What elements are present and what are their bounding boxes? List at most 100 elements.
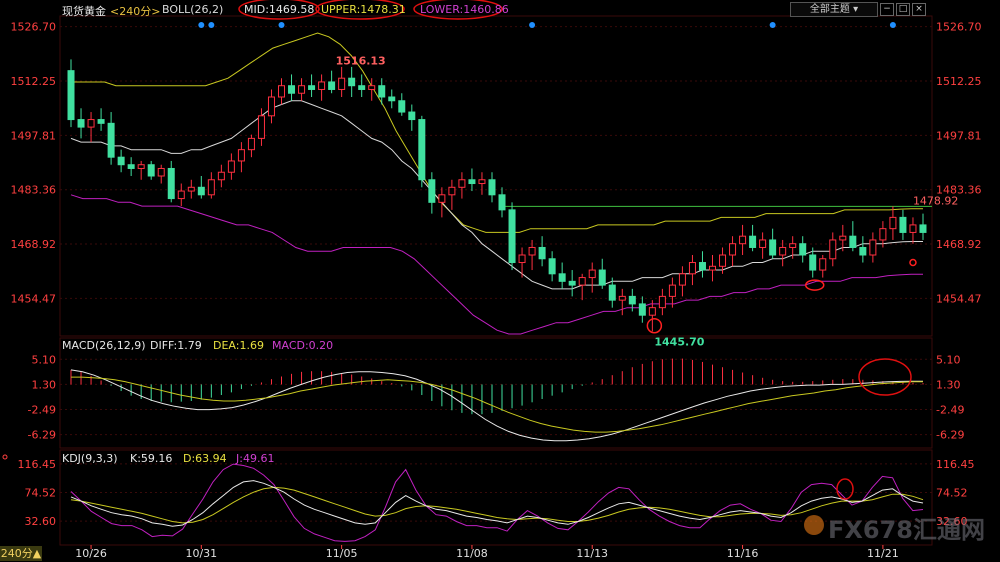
candle-body xyxy=(528,246,536,256)
candle-body xyxy=(799,243,807,256)
candle-body xyxy=(247,137,255,151)
candle-body xyxy=(358,85,366,90)
candle-body xyxy=(338,77,346,90)
candle-body xyxy=(608,284,616,301)
candle-body xyxy=(859,246,867,256)
watermark: FX678汇通网 xyxy=(828,516,985,544)
restore-icon[interactable]: □ xyxy=(896,3,910,16)
kdj-tick-left: 116.45 xyxy=(18,458,57,471)
event-dot xyxy=(208,22,215,28)
marker-circle xyxy=(646,317,663,334)
candle-body xyxy=(739,235,747,245)
candle-body xyxy=(588,269,596,279)
candle-body xyxy=(578,277,586,286)
candle-body xyxy=(227,160,235,173)
candle-body xyxy=(468,179,476,185)
candle-body xyxy=(478,179,486,185)
candle-body xyxy=(488,179,496,196)
kdj-k-line xyxy=(70,480,924,527)
recent-high-annotation: 1478.92 xyxy=(913,194,959,207)
kdj-name: KDJ(9,3,3) xyxy=(62,452,118,465)
price-tick-left: 1526.70 xyxy=(11,21,57,34)
event-dot xyxy=(769,22,776,28)
candle-body xyxy=(67,70,75,121)
kdj-d: D:63.94 xyxy=(183,452,227,465)
candle-body xyxy=(678,273,686,286)
macd-dea: DEA:1.69 xyxy=(213,339,264,352)
candle-body xyxy=(618,295,626,301)
boll-lower-line xyxy=(70,194,923,335)
macd-tick-left: -2.49 xyxy=(28,404,56,417)
high-annotation: 1516.13 xyxy=(336,54,386,67)
kdj-j-line xyxy=(70,463,924,542)
kdj-tick-left: 74.52 xyxy=(25,486,57,499)
instrument-title: 现货黄金 xyxy=(62,5,106,18)
x-tick-label: 10/26 xyxy=(75,547,107,560)
candle-body xyxy=(668,284,676,297)
candle-body xyxy=(638,303,646,316)
candle-body xyxy=(167,167,175,200)
timeframe-selector[interactable]: 240分▲ xyxy=(0,546,42,561)
price-tick-right: 1468.92 xyxy=(936,238,982,251)
candle-body xyxy=(97,119,105,124)
timeframe-label: 240分 xyxy=(0,547,33,560)
candle-body xyxy=(498,194,506,211)
candle-body xyxy=(518,254,526,264)
macd-tick-left: 1.30 xyxy=(32,378,57,391)
candle-body xyxy=(658,295,666,309)
candle-body xyxy=(207,179,215,196)
candle-body xyxy=(388,96,396,102)
boll-upper-line xyxy=(71,32,923,233)
x-tick-label: 11/13 xyxy=(576,547,608,560)
candle-body xyxy=(779,246,787,256)
kdj-highlight-circle xyxy=(836,478,854,500)
macd-highlight-circle xyxy=(858,358,912,396)
macd-tick-right: 5.10 xyxy=(936,353,961,366)
kdj-k: K:59.16 xyxy=(130,452,173,465)
close-icon[interactable]: × xyxy=(912,3,926,16)
candle-body xyxy=(348,77,356,87)
candle-body xyxy=(177,190,185,200)
candle-body xyxy=(548,258,556,275)
macd-tick-left: -6.29 xyxy=(28,429,56,442)
candle-body xyxy=(318,81,326,90)
period-label[interactable]: <240分> xyxy=(110,3,160,19)
x-tick-label: 10/31 xyxy=(185,547,217,560)
candle-body xyxy=(839,235,847,241)
price-tick-right: 1454.47 xyxy=(936,292,982,305)
macd-diff-line xyxy=(70,369,923,442)
price-tick-left: 1497.81 xyxy=(11,129,57,142)
boll-label: BOLL(26,2) xyxy=(162,3,224,16)
candle-body xyxy=(147,164,155,177)
candle-body xyxy=(368,85,376,90)
macd-tick-right: -6.29 xyxy=(936,429,964,442)
price-tick-left: 1468.92 xyxy=(11,238,57,251)
price-tick-right: 1497.81 xyxy=(936,129,982,142)
theme-select-label: 全部主题 xyxy=(809,4,850,15)
marker-circle xyxy=(909,258,917,267)
candle-body xyxy=(217,171,225,181)
candle-body xyxy=(237,149,245,162)
x-tick-label: 11/21 xyxy=(867,547,899,560)
kdj-tick-left: 32.60 xyxy=(25,515,57,528)
x-tick-label: 11/16 xyxy=(727,547,759,560)
candle-body xyxy=(328,81,336,90)
event-dot xyxy=(529,22,536,28)
candle-body xyxy=(308,85,316,90)
candle-body xyxy=(398,100,406,113)
main-panel-frame xyxy=(59,15,933,337)
candle-body xyxy=(568,280,576,286)
candle-body xyxy=(117,156,125,166)
candle-body xyxy=(819,258,827,271)
x-tick-label: 11/05 xyxy=(326,547,358,560)
price-tick-right: 1526.70 xyxy=(936,21,982,34)
candle-body xyxy=(448,186,456,196)
price-tick-right: 1512.25 xyxy=(936,75,982,88)
price-tick-left: 1454.47 xyxy=(11,292,57,305)
theme-select-button[interactable]: 全部主题 ▾ xyxy=(790,2,878,17)
candle-body xyxy=(157,167,165,177)
candle-body xyxy=(77,119,85,128)
minimize-icon[interactable]: − xyxy=(880,3,894,16)
price-tick-left: 1512.25 xyxy=(11,75,57,88)
event-dot xyxy=(278,22,285,28)
